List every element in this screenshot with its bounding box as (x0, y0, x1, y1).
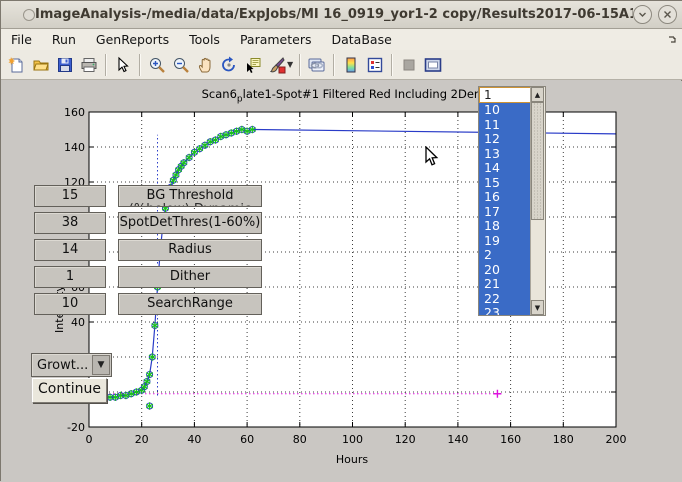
x-tick-label: 200 (606, 433, 627, 446)
chevron-down-icon (638, 10, 647, 19)
dither-button[interactable]: Dither (118, 266, 262, 288)
application-window: { "window": { "title": "ImageAnalysis-/m… (0, 0, 682, 481)
colorbar-icon (342, 56, 360, 74)
zoom-in-button[interactable] (145, 53, 169, 77)
menu-overflow-icon[interactable] (669, 32, 677, 47)
pan-button[interactable] (193, 53, 217, 77)
y-tick-label: 160 (64, 106, 85, 119)
print-icon (80, 56, 98, 74)
close-icon (663, 10, 672, 19)
y-tick-label: 140 (64, 141, 85, 154)
scroll-down-icon[interactable]: ▼ (531, 300, 544, 315)
bg-threshold-value-field[interactable]: 15 (34, 185, 106, 207)
radius-value-field[interactable]: 14 (34, 239, 106, 261)
close-window-button[interactable] (658, 5, 677, 24)
x-tick-label: 120 (395, 433, 416, 446)
data-cursor-icon (244, 56, 262, 74)
menu-item-genreports[interactable]: GenReports (86, 30, 179, 49)
open-folder-icon (32, 56, 50, 74)
zoom-out-icon (172, 56, 190, 74)
searchrange-value-field[interactable]: 10 (34, 293, 106, 315)
x-axis-label: Hours (336, 453, 368, 466)
y-tick-label: -20 (67, 421, 85, 434)
x-tick-label: 20 (135, 433, 149, 446)
toolbar-separator (299, 54, 301, 76)
x-tick-label: 160 (500, 433, 521, 446)
save-button[interactable] (53, 53, 77, 77)
spotdetthres-value-field[interactable]: 38 (34, 212, 106, 234)
toolbar-separator (391, 54, 393, 76)
legend-icon (366, 56, 384, 74)
save-icon (56, 56, 74, 74)
x-tick-label: 40 (187, 433, 201, 446)
x-tick-label: 100 (342, 433, 363, 446)
rotate-icon (220, 56, 238, 74)
zoom-in-icon (148, 56, 166, 74)
searchrange-button[interactable]: SearchRange (118, 293, 262, 315)
radius-button[interactable]: Radius (118, 239, 262, 261)
figure-canvas: 020406080100120140160180200-200204060801… (1, 81, 682, 482)
window-menu-icon[interactable] (23, 9, 35, 21)
insert-legend-button[interactable] (363, 53, 387, 77)
toolbar: ▼ (1, 50, 682, 80)
dock-figure-button[interactable] (421, 53, 445, 77)
x-tick-label: 0 (86, 433, 93, 446)
menu-bar: File Run GenReports Tools Parameters Dat… (1, 29, 682, 50)
print-button[interactable] (77, 53, 101, 77)
brush-icon (268, 56, 286, 74)
spot-number-dropdown: 1 10111213141516171819220212223 ▲ ▼ (478, 86, 546, 316)
x-tick-label: 180 (553, 433, 574, 446)
insert-colorbar-button[interactable] (339, 53, 363, 77)
zoom-out-button[interactable] (169, 53, 193, 77)
menu-item-tools[interactable]: Tools (179, 30, 230, 49)
brush-dropdown-caret[interactable]: ▼ (287, 60, 293, 69)
toolbar-separator (333, 54, 335, 76)
pointer-icon (114, 56, 132, 74)
menu-item-file[interactable]: File (1, 30, 42, 49)
toolbar-separator (105, 54, 107, 76)
new-file-button[interactable] (5, 53, 29, 77)
spotdetthres-button[interactable]: SpotDetThres(1-60%) (118, 212, 262, 234)
x-tick-label: 60 (240, 433, 254, 446)
rotate-3d-button[interactable] (217, 53, 241, 77)
link-icon (307, 56, 327, 74)
titlebar: ImageAnalysis-/media/data/ExpJobs/MI 16_… (1, 1, 682, 29)
bg-threshold-button[interactable]: BG Threshold(%below) Dynamic (118, 185, 262, 207)
open-file-button[interactable] (29, 53, 53, 77)
x-tick-label: 140 (447, 433, 468, 446)
scroll-up-icon[interactable]: ▲ (531, 87, 544, 102)
scrollbar-thumb[interactable] (531, 102, 544, 220)
chevron-down-icon: ▼ (92, 355, 110, 375)
pan-hand-icon (196, 56, 214, 74)
growth-model-dropdown[interactable]: Growt... ▼ (31, 353, 112, 377)
menu-item-database[interactable]: DataBase (321, 30, 401, 49)
spot-list-scrollbar[interactable]: ▲ ▼ (530, 87, 545, 315)
dock-figure-icon (423, 56, 443, 74)
menu-item-run[interactable]: Run (42, 30, 86, 49)
data-cursor-button[interactable] (241, 53, 265, 77)
window-title: ImageAnalysis-/media/data/ExpJobs/MI 16_… (35, 7, 633, 22)
new-file-icon (8, 56, 26, 74)
y-tick-label: 40 (71, 316, 85, 329)
brush-button[interactable] (265, 53, 289, 77)
plot-tools-icon (400, 56, 418, 74)
x-tick-label: 80 (293, 433, 307, 446)
continue-button[interactable]: Continue (32, 378, 107, 403)
link-plots-button[interactable] (305, 53, 329, 77)
pointer-button[interactable] (111, 53, 135, 77)
menu-item-parameters[interactable]: Parameters (230, 30, 322, 49)
plot-tools-button[interactable] (397, 53, 421, 77)
dither-value-field[interactable]: 1 (34, 266, 106, 288)
shade-window-button[interactable] (633, 5, 652, 24)
spot-number-edit[interactable]: 1 (479, 87, 531, 103)
toolbar-separator (139, 54, 141, 76)
mouse-cursor (425, 146, 439, 167)
